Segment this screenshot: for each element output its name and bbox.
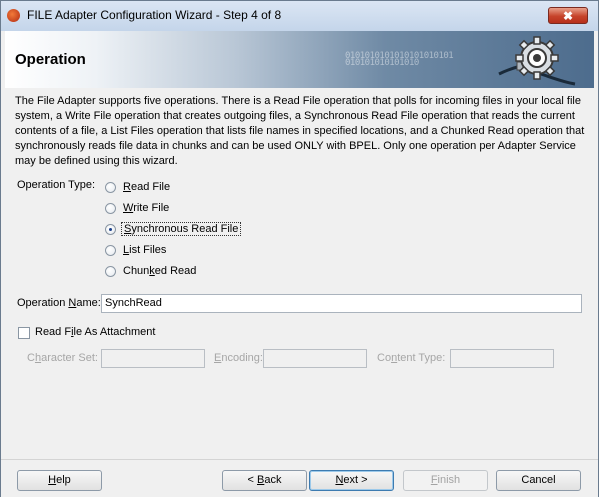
read-file-as-attachment-checkbox[interactable] [18, 327, 30, 339]
radio-button[interactable] [105, 266, 116, 277]
radio-label[interactable]: Chunked Read [121, 265, 198, 277]
operation-name-input[interactable]: SynchRead [101, 294, 582, 313]
gear-plug-icon [498, 36, 576, 86]
content-type-label: Content Type: [377, 352, 446, 364]
title-bar[interactable]: FILE Adapter Configuration Wizard - Step… [1, 1, 598, 31]
operation-name-label: Operation Name: [17, 297, 101, 309]
background-page-strip [0, 497, 599, 504]
finish-button[interactable]: Finish [403, 470, 488, 491]
page-title: Operation [15, 51, 86, 68]
step-banner: Operation 0101010101010101010101 0101010… [5, 31, 594, 88]
button-bar: Help < Back Next > Finish Cancel [1, 459, 598, 497]
banner-binary-decoration: 0101010101010101010101 010101010101010 [345, 51, 454, 68]
close-button[interactable]: ✖ [548, 7, 588, 24]
encoding-input[interactable] [263, 349, 367, 368]
radio-label[interactable]: List Files [121, 244, 168, 256]
operation-type-label: Operation Type: [17, 179, 96, 191]
cancel-button[interactable]: Cancel [496, 470, 581, 491]
operation-panel: The File Adapter supports five operation… [5, 89, 594, 455]
character-set-input[interactable] [101, 349, 205, 368]
back-button[interactable]: < Back [222, 470, 307, 491]
radio-label[interactable]: Write File [121, 202, 171, 214]
radio-button[interactable] [105, 203, 116, 214]
help-button[interactable]: Help [17, 470, 102, 491]
window-title: FILE Adapter Configuration Wizard - Step… [27, 8, 282, 22]
radio-label[interactable]: Synchronous Read File [121, 222, 242, 236]
wizard-window: FILE Adapter Configuration Wizard - Step… [0, 0, 599, 498]
close-icon: ✖ [562, 9, 574, 23]
radio-button[interactable] [105, 182, 116, 193]
character-set-label: Character Set: [27, 352, 98, 364]
radio-button-selected[interactable] [105, 224, 116, 235]
radio-button[interactable] [105, 245, 116, 256]
encoding-label: Encoding: [214, 352, 263, 364]
content-type-input[interactable] [450, 349, 554, 368]
radio-label[interactable]: Read File [121, 181, 172, 193]
app-icon [7, 9, 20, 22]
description-text: The File Adapter supports five operation… [15, 95, 585, 167]
next-button[interactable]: Next > [309, 470, 394, 491]
read-file-as-attachment-label[interactable]: Read File As Attachment [35, 326, 155, 338]
